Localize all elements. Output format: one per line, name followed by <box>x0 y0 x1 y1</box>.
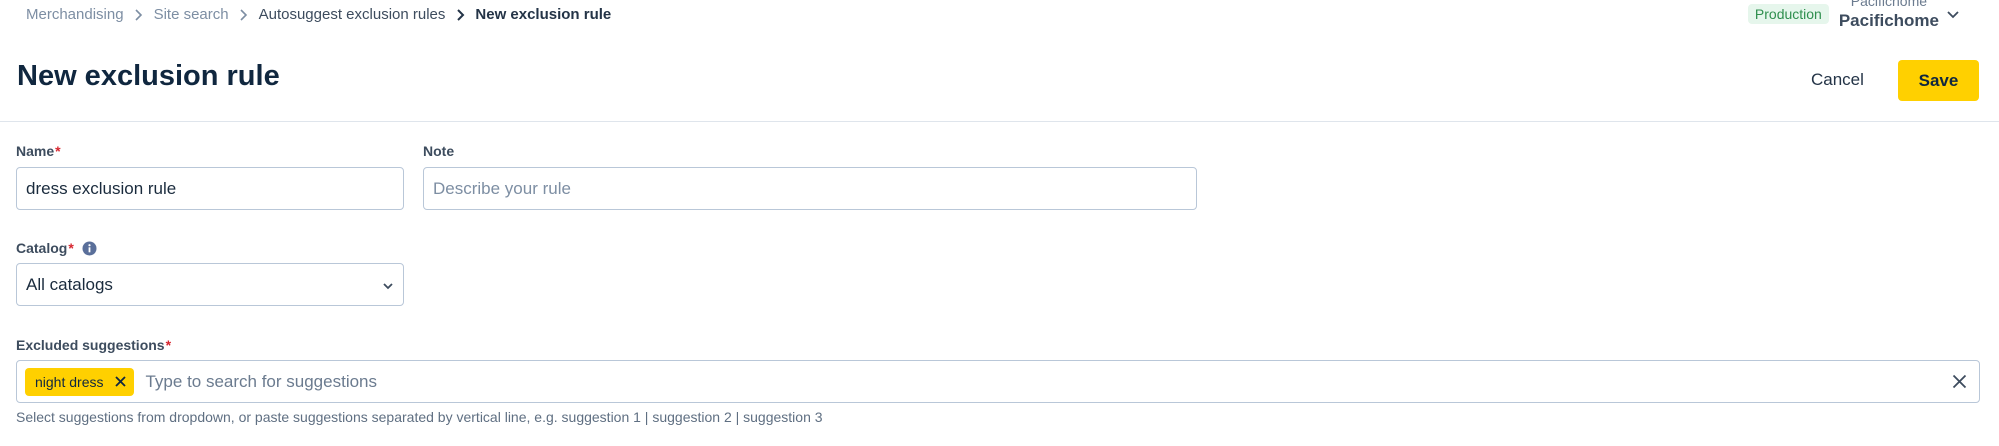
store-switcher[interactable]: Production Pacifichome Pacifichome <box>1747 0 1959 29</box>
chevron-right-icon <box>124 6 154 23</box>
page-header: New exclusion rule Cancel Save <box>0 40 1999 122</box>
breadcrumb-autosuggest-exclusion-rules[interactable]: Autosuggest exclusion rules <box>259 6 446 23</box>
environment-badge: Production <box>1747 4 1829 24</box>
breadcrumb: Merchandising Site search Autosuggest ex… <box>26 6 611 23</box>
note-label: Note <box>423 143 454 159</box>
close-icon[interactable] <box>1952 374 1967 389</box>
store-info: Pacifichome Pacifichome <box>1839 0 1939 29</box>
store-subtitle: Pacifichome <box>1850 0 1928 9</box>
name-label-text: Name <box>16 143 55 159</box>
catalog-select[interactable]: All catalogs <box>16 263 404 306</box>
catalog-label-text: Catalog <box>16 240 68 256</box>
excluded-suggestions-field[interactable]: night dress <box>16 360 1980 403</box>
catalog-selected-value: All catalogs <box>26 274 113 294</box>
required-mark: * <box>165 337 172 353</box>
note-label-text: Note <box>423 143 455 159</box>
save-button[interactable]: Save <box>1898 60 1979 101</box>
suggestion-chip: night dress <box>25 367 135 396</box>
name-label: Name * <box>16 143 61 159</box>
excluded-suggestions-helper: Select suggestions from dropdown, or pas… <box>16 409 823 425</box>
breadcrumb-merchandising[interactable]: Merchandising <box>26 6 124 23</box>
page-title: New exclusion rule <box>17 60 280 92</box>
close-icon[interactable] <box>115 376 127 387</box>
chevron-down-icon[interactable] <box>1947 6 1959 24</box>
breadcrumb-current: New exclusion rule <box>475 6 612 23</box>
excluded-suggestions-label: Excluded suggestions * <box>16 337 171 353</box>
chevron-right-icon <box>229 6 259 23</box>
top-bar: Merchandising Site search Autosuggest ex… <box>0 0 1999 30</box>
chevron-down-icon <box>382 275 394 295</box>
excluded-suggestions-label-text: Excluded suggestions <box>16 337 165 353</box>
info-icon[interactable] <box>82 241 97 256</box>
suggestion-search-input[interactable] <box>143 370 1952 393</box>
suggestion-chip-label: night dress <box>35 373 104 390</box>
name-input[interactable] <box>16 167 404 210</box>
breadcrumb-site-search[interactable]: Site search <box>154 6 229 23</box>
store-name: Pacifichome <box>1838 11 1939 30</box>
required-mark: * <box>55 143 61 159</box>
note-input[interactable] <box>423 167 1197 210</box>
chevron-right-icon <box>445 6 475 23</box>
catalog-label: Catalog * <box>16 240 97 256</box>
required-mark: * <box>68 240 74 256</box>
cancel-button[interactable]: Cancel <box>1795 60 1880 100</box>
